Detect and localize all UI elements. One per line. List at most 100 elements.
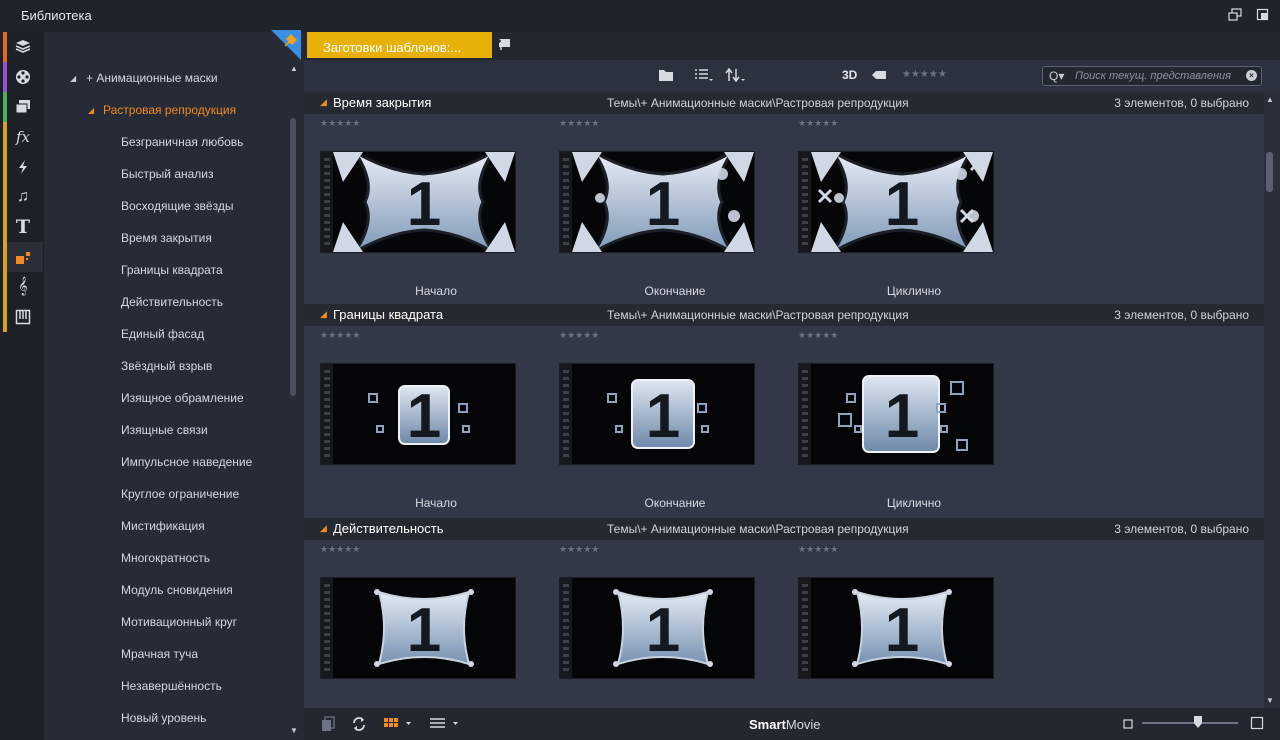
group-header[interactable]: ◢ Действительность Темы\+ Анимационные мас… xyxy=(304,518,1264,540)
item-rating-stars[interactable]: ★★★★★ xyxy=(559,544,599,555)
sound-effects-icon: 𝄞 xyxy=(18,278,28,295)
zoom-small-icon[interactable] xyxy=(1122,717,1134,733)
pin-icon[interactable] xyxy=(271,30,301,60)
tree-item[interactable]: Мрачная туча xyxy=(121,647,198,667)
template-thumbnail[interactable]: 1 xyxy=(559,577,755,679)
content-scroll-down-icon[interactable]: ▼ xyxy=(1266,696,1274,705)
rating-filter-stars[interactable]: ★★★★★ xyxy=(902,69,947,80)
tree-item[interactable]: Изящные связи xyxy=(121,423,208,443)
grid-view-icon[interactable] xyxy=(383,716,413,733)
maximize-icon[interactable] xyxy=(1256,8,1270,22)
tree-item[interactable]: Восходящие звёзды xyxy=(121,199,233,219)
tree-item[interactable]: Границы квадрата xyxy=(121,263,223,283)
tree-item[interactable]: Новый уровень xyxy=(121,711,206,731)
item-rating-stars[interactable]: ★★★★★ xyxy=(798,330,838,341)
tree-item[interactable]: Круглое ограничение xyxy=(121,487,239,507)
content-scroll-up-icon[interactable]: ▲ xyxy=(1266,95,1274,104)
movie-reel-icon xyxy=(14,68,32,86)
tree-item[interactable]: Единый фасад xyxy=(121,327,204,347)
tree-item[interactable]: Незавершённость xyxy=(121,679,222,699)
tree-item[interactable]: Быстрый анализ xyxy=(121,167,214,187)
tree-item[interactable]: Мистификация xyxy=(121,519,205,539)
expand-arrow-icon: ◢ xyxy=(88,106,95,115)
folder-icon[interactable] xyxy=(658,68,674,84)
tree-item[interactable]: Время закрытия xyxy=(121,231,212,251)
category-rail: fx ♫ T 𝄞 xyxy=(0,32,44,740)
item-label: Окончание xyxy=(644,284,706,298)
tree-scrollbar[interactable] xyxy=(290,118,296,396)
undock-icon[interactable] xyxy=(1228,8,1242,22)
tag-icon[interactable] xyxy=(871,68,887,84)
template-thumbnail[interactable]: 1 xyxy=(320,151,516,253)
collapse-arrow-icon[interactable]: ◢ xyxy=(320,97,327,108)
group-header[interactable]: ◢ Границы квадрата Темы\+ Анимационные мас… xyxy=(304,304,1264,326)
item-rating-stars[interactable]: ★★★★★ xyxy=(320,330,360,341)
template-thumbnail[interactable]: 1 xyxy=(320,577,516,679)
template-thumbnail[interactable]: 1 xyxy=(320,363,516,465)
svg-text:1: 1 xyxy=(885,170,919,239)
rail-photos[interactable] xyxy=(3,92,43,122)
content-scrollbar[interactable] xyxy=(1266,152,1273,192)
rail-sound-effects[interactable]: 𝄞 xyxy=(3,272,43,302)
disc-menus-icon xyxy=(14,308,32,326)
template-thumbnail[interactable]: 1 xyxy=(798,577,994,679)
group-title: Границы квадрата xyxy=(333,307,444,322)
smartmovie-button[interactable]: SmartMovie xyxy=(749,717,821,732)
group-count: 3 элементов, 0 выбрано xyxy=(1114,96,1249,110)
search-input[interactable]: Q▾ Поиск текущ. представления × xyxy=(1042,66,1262,86)
tree-scroll-up-icon[interactable]: ▲ xyxy=(290,64,298,73)
rail-templates[interactable] xyxy=(3,242,43,272)
rail-disc-menus[interactable] xyxy=(3,302,43,332)
item-rating-stars[interactable]: ★★★★★ xyxy=(559,330,599,341)
collapse-arrow-icon[interactable]: ◢ xyxy=(320,523,327,534)
tree-item[interactable]: Изящное обрамление xyxy=(121,391,244,411)
3d-filter-button[interactable]: 3D xyxy=(842,68,857,82)
thumbnail-preview: 1 xyxy=(811,578,993,678)
zoom-slider[interactable] xyxy=(1142,722,1238,724)
copy-icon[interactable] xyxy=(320,716,336,735)
tree-item-label: + Анимационные маски xyxy=(86,71,218,85)
tree-item[interactable]: Мотивационный круг xyxy=(121,615,237,635)
rail-transitions[interactable] xyxy=(3,152,43,182)
tree-item[interactable]: Многократность xyxy=(121,551,210,571)
list-view-icon[interactable] xyxy=(429,716,461,733)
tree-item[interactable]: Модуль сновидения xyxy=(121,583,233,603)
tree-item[interactable]: Действительность xyxy=(121,295,223,315)
window-title: Библиотека xyxy=(21,8,92,23)
template-thumbnail[interactable]: 1 xyxy=(798,151,994,253)
add-tab-icon[interactable] xyxy=(497,37,513,51)
list-filter-icon[interactable] xyxy=(694,68,714,84)
group-path: Темы\+ Анимационные маски\Растровая репр… xyxy=(607,308,909,322)
clear-search-icon[interactable]: × xyxy=(1246,70,1257,81)
tree-item[interactable]: Импульсное наведение xyxy=(121,455,252,475)
effects-icon: fx xyxy=(15,128,30,146)
search-placeholder: Поиск текущ. представления xyxy=(1075,70,1232,82)
film-strip xyxy=(799,578,811,678)
search-icon[interactable]: Q▾ xyxy=(1049,69,1064,83)
rail-music[interactable]: ♫ xyxy=(3,182,43,212)
rail-titles[interactable]: T xyxy=(3,212,43,242)
item-rating-stars[interactable]: ★★★★★ xyxy=(559,118,599,129)
thumbnail-preview: 1 xyxy=(572,364,754,464)
tree-item[interactable]: Звёздный взрыв xyxy=(121,359,212,379)
tab-templates[interactable]: Заготовки шаблонов:... xyxy=(307,32,492,58)
tree-item[interactable]: Безграничная любовь xyxy=(121,135,243,155)
item-rating-stars[interactable]: ★★★★★ xyxy=(320,544,360,555)
group-header[interactable]: ◢ Время закрытия Темы\+ Анимационные маски… xyxy=(304,92,1264,114)
svg-text:1: 1 xyxy=(407,382,441,451)
item-rating-stars[interactable]: ★★★★★ xyxy=(320,118,360,129)
sort-icon[interactable] xyxy=(725,67,747,84)
tree-scroll-down-icon[interactable]: ▼ xyxy=(290,726,298,735)
rail-project-bins[interactable] xyxy=(3,32,43,62)
film-strip xyxy=(799,364,811,464)
template-thumbnail[interactable]: 1 xyxy=(559,363,755,465)
collapse-arrow-icon[interactable]: ◢ xyxy=(320,309,327,320)
sync-icon[interactable] xyxy=(351,716,367,735)
template-thumbnail[interactable]: 1 xyxy=(559,151,755,253)
item-rating-stars[interactable]: ★★★★★ xyxy=(798,118,838,129)
zoom-large-icon[interactable] xyxy=(1250,716,1264,733)
template-thumbnail[interactable]: 1 xyxy=(798,363,994,465)
rail-movies[interactable] xyxy=(3,62,43,92)
item-rating-stars[interactable]: ★★★★★ xyxy=(798,544,838,555)
rail-effects[interactable]: fx xyxy=(3,122,43,152)
